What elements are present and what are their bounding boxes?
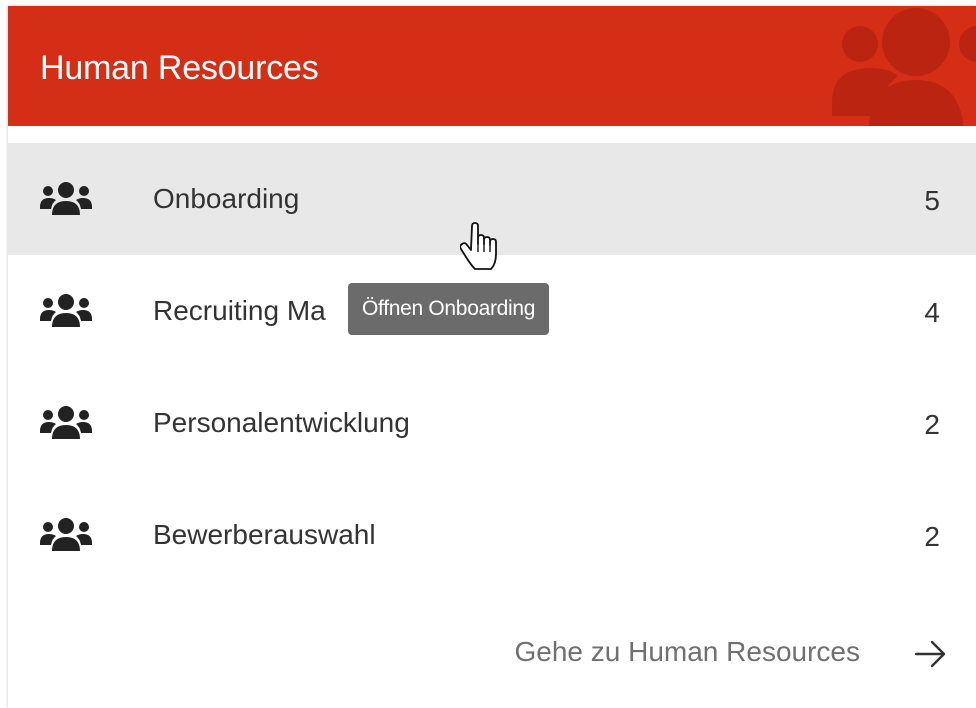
users-icon <box>40 294 92 327</box>
list-item-count: 2 <box>924 521 940 552</box>
list-item-count: 2 <box>924 409 940 440</box>
users-icon <box>40 182 92 215</box>
card-header: Human Resources <box>8 6 976 126</box>
users-icon <box>40 518 92 551</box>
tooltip: Öffnen Onboarding <box>348 283 550 335</box>
list-item-label: Recruiting Ma <box>153 295 326 326</box>
list-item-label: Onboarding <box>153 183 300 214</box>
hand-pointer-icon <box>460 222 497 270</box>
go-to-human-resources-link[interactable]: Gehe zu Human Resources <box>514 634 860 670</box>
arrow-right-icon[interactable] <box>914 640 948 668</box>
list-item-label: Bewerberauswahl <box>153 519 376 550</box>
list-item-bewerberauswahl[interactable]: Bewerberauswahl 2 <box>8 479 976 591</box>
list-item-count: 4 <box>924 297 940 328</box>
users-icon <box>40 406 92 439</box>
list-item-label: Personalentwicklung <box>153 407 410 438</box>
card-title: Human Resources <box>40 49 319 87</box>
users-icon <box>832 8 976 126</box>
human-resources-card: Human Resources Onboarding 5 Recruiting … <box>8 6 976 708</box>
card-footer: Gehe zu Human Resources <box>8 614 976 694</box>
list-item-personalentwicklung[interactable]: Personalentwicklung 2 <box>8 367 976 479</box>
list-item-count: 5 <box>924 185 940 216</box>
